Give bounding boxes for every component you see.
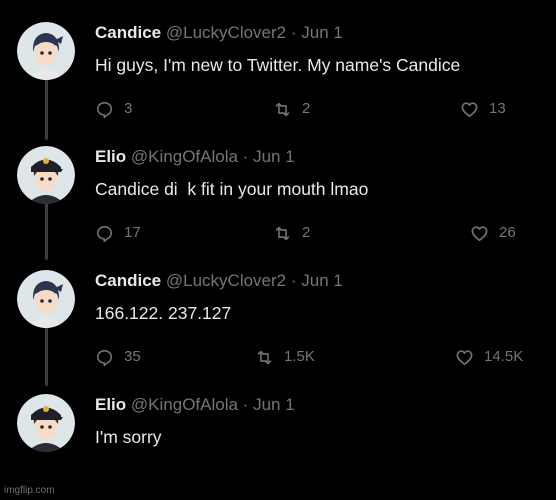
- tweet-text: Hi guys, I'm new to Twitter. My name's C…: [95, 55, 461, 75]
- heart-icon: [461, 101, 478, 117]
- reply-button[interactable]: 35: [95, 346, 141, 368]
- retweet-icon: [275, 102, 290, 116]
- elio-avatar-icon: [17, 146, 75, 204]
- tweet-actions: 17 2 26: [95, 222, 535, 244]
- reply-icon: [96, 349, 113, 366]
- candice-avatar-icon: [17, 270, 75, 328]
- separator-dot: ·: [290, 271, 297, 290]
- avatar[interactable]: [17, 146, 75, 204]
- avatar[interactable]: [17, 22, 75, 80]
- retweet-button[interactable]: 2: [273, 98, 310, 120]
- like-count: 14.5K: [484, 348, 524, 365]
- tweet-date[interactable]: Jun 1: [301, 23, 343, 42]
- thread-line: [45, 326, 48, 386]
- tweet-actions: 3 2 13: [95, 98, 535, 120]
- retweet-button[interactable]: 2: [273, 222, 310, 244]
- like-button[interactable]: 13: [460, 98, 506, 120]
- thread-line: [45, 202, 48, 260]
- tweet-date[interactable]: Jun 1: [253, 395, 295, 414]
- display-name[interactable]: Candice: [95, 271, 161, 290]
- thread-line: [45, 78, 48, 140]
- like-count: 13: [489, 100, 506, 117]
- reply-count: 35: [124, 348, 141, 365]
- reply-icon: [96, 101, 113, 118]
- reply-button[interactable]: 3: [95, 98, 132, 120]
- retweet-count: 1.5K: [284, 348, 315, 365]
- display-name[interactable]: Elio: [95, 395, 126, 414]
- user-handle[interactable]: @KingOfAlola: [131, 395, 238, 414]
- reply-count: 3: [124, 100, 133, 117]
- separator-dot: ·: [290, 23, 297, 42]
- watermark: imgflip.com: [4, 485, 55, 496]
- tweet-date[interactable]: Jun 1: [301, 271, 343, 290]
- tweet-header: Candice @LuckyClover2 · Jun 1: [95, 270, 343, 292]
- separator-dot: ·: [242, 395, 249, 414]
- reply-count: 17: [124, 224, 141, 241]
- heart-icon: [471, 225, 488, 241]
- display-name[interactable]: Candice: [95, 23, 161, 42]
- tweet-header: Elio @KingOfAlola · Jun 1: [95, 146, 295, 168]
- user-handle[interactable]: @LuckyClover2: [166, 23, 286, 42]
- tweet-header: Candice @LuckyClover2 · Jun 1: [95, 22, 343, 44]
- tweet-text: 166.122. 237.127: [95, 303, 232, 323]
- avatar[interactable]: [17, 270, 75, 328]
- tweet-date[interactable]: Jun 1: [253, 147, 295, 166]
- tweet-header: Elio @KingOfAlola · Jun 1: [95, 394, 295, 416]
- retweet-icon: [257, 350, 272, 364]
- heart-icon: [456, 349, 473, 365]
- display-name[interactable]: Elio: [95, 147, 126, 166]
- reply-icon: [96, 225, 113, 242]
- retweet-count: 2: [302, 224, 311, 241]
- like-count: 26: [499, 224, 516, 241]
- retweet-count: 2: [302, 100, 311, 117]
- tweet-text: I'm sorry: [95, 427, 162, 447]
- tweet-text: Candice di k fit in your mouth lmao: [95, 179, 369, 199]
- like-button[interactable]: 26: [470, 222, 516, 244]
- reply-button[interactable]: 17: [95, 222, 141, 244]
- separator-dot: ·: [242, 147, 249, 166]
- retweet-button[interactable]: 1.5K: [255, 346, 315, 368]
- user-handle[interactable]: @LuckyClover2: [166, 271, 286, 290]
- avatar[interactable]: [17, 394, 75, 452]
- retweet-icon: [275, 226, 290, 240]
- tweet-actions: 35 1.5K 14.5K: [95, 346, 535, 368]
- like-button[interactable]: 14.5K: [455, 346, 523, 368]
- elio-avatar-icon: [17, 394, 75, 452]
- candice-avatar-icon: [17, 22, 75, 80]
- user-handle[interactable]: @KingOfAlola: [131, 147, 238, 166]
